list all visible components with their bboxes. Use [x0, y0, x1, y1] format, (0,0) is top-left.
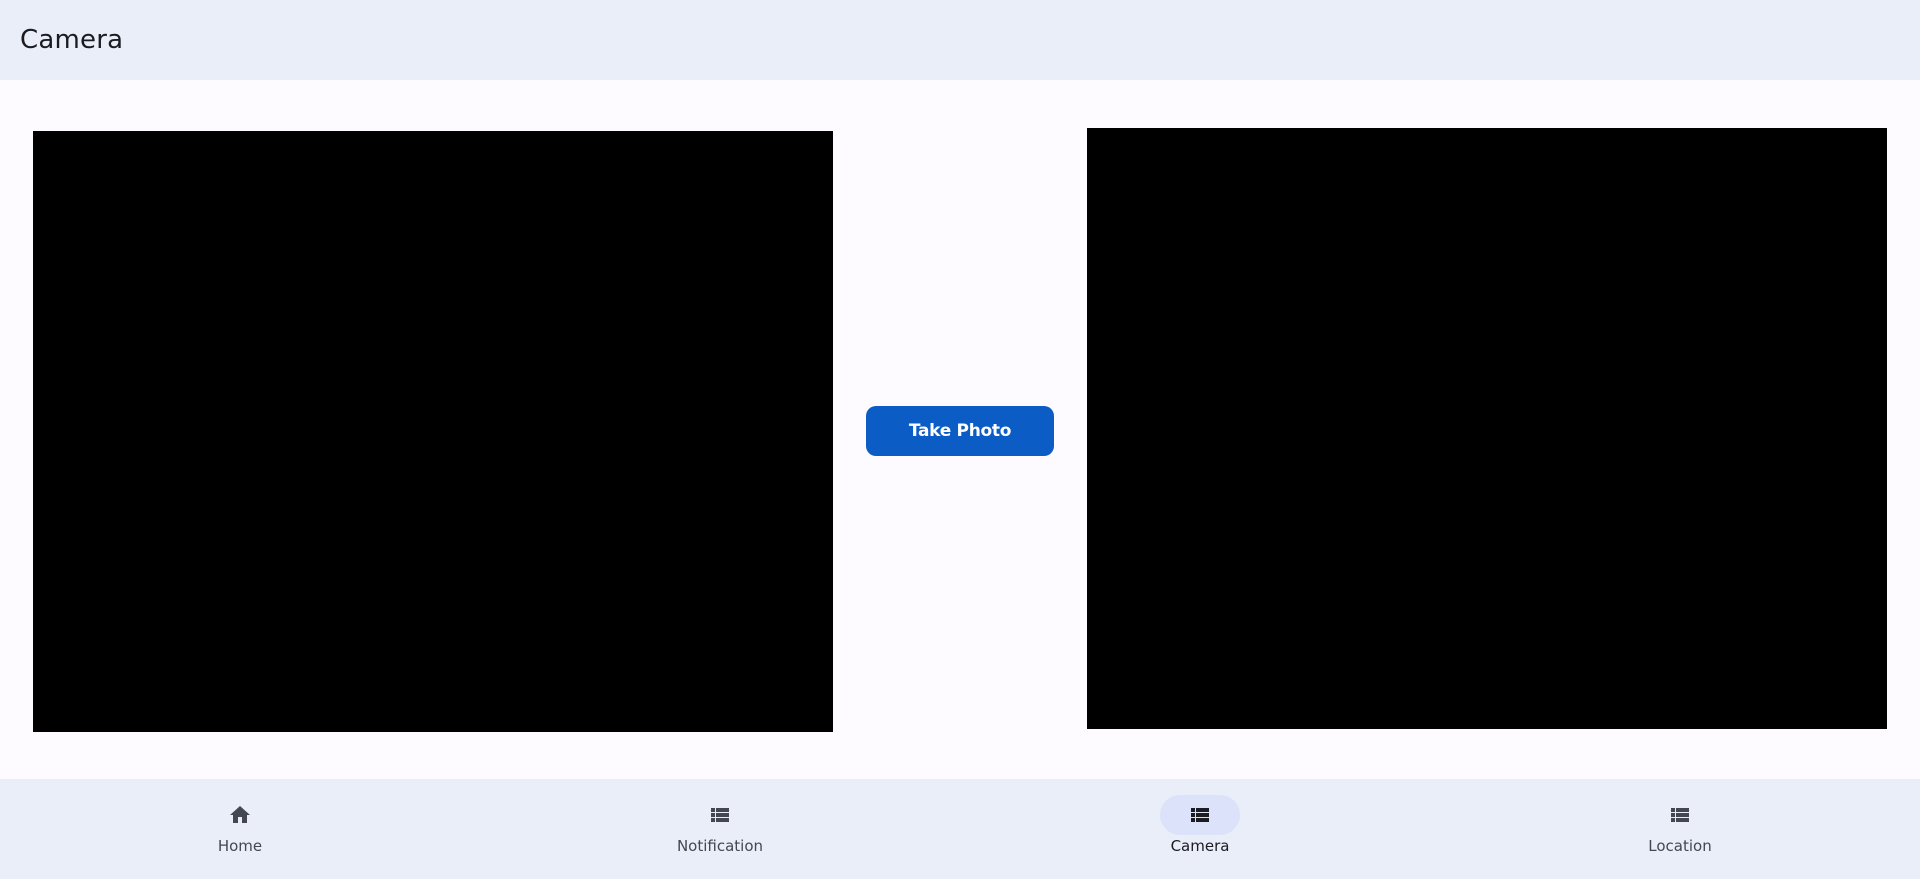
nav-label: Notification [676, 837, 764, 855]
nav-indicator [200, 795, 280, 835]
take-photo-button[interactable]: Take Photo [866, 406, 1054, 456]
nav-item-camera[interactable]: Camera [960, 779, 1440, 879]
list-icon [711, 808, 729, 822]
nav-label: Camera [1170, 837, 1230, 855]
app-bar: Camera [0, 0, 1920, 80]
camera-preview [33, 131, 833, 732]
home-icon [230, 806, 250, 823]
nav-indicator [1640, 795, 1720, 835]
nav-active-indicator [1160, 795, 1240, 835]
camera-content: Take Photo [0, 80, 1920, 779]
nav-item-home[interactable]: Home [0, 779, 480, 879]
list-icon [1671, 808, 1689, 822]
nav-label: Home [217, 837, 263, 855]
nav-item-notification[interactable]: Notification [480, 779, 960, 879]
bottom-navigation: Home Notification Camera Location [0, 779, 1920, 879]
captured-photo-preview [1087, 128, 1887, 729]
nav-label: Location [1648, 837, 1712, 855]
list-icon [1191, 808, 1209, 822]
nav-item-location[interactable]: Location [1440, 779, 1920, 879]
nav-indicator [680, 795, 760, 835]
page-title: Camera [20, 25, 124, 55]
